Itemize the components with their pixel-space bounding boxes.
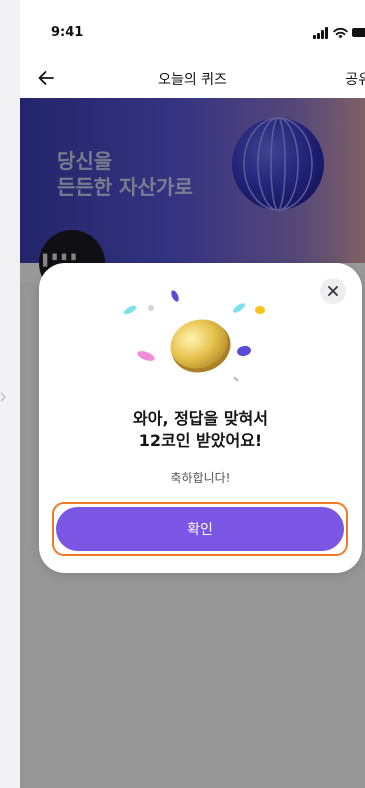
nav-bar: 오늘의 퀴즈 공유 bbox=[20, 58, 365, 98]
phone-screen: 9:41 오늘의 퀴즈 공유 당신을 든든한 자산가로 ▌▘▘▘ 와아, 정답을… bbox=[20, 0, 365, 788]
battery-icon bbox=[352, 28, 365, 37]
close-icon bbox=[328, 286, 338, 296]
page-title: 오늘의 퀴즈 bbox=[158, 72, 227, 88]
success-subtitle: 축하합니다! bbox=[170, 471, 231, 485]
status-bar: 9:41 bbox=[20, 0, 365, 58]
chevron-right-icon bbox=[0, 392, 6, 402]
status-time: 9:41 bbox=[51, 25, 84, 40]
success-title-line2: 12코인 받았어요! bbox=[138, 431, 263, 450]
success-title-line1: 와아, 정답을 맞혀서 bbox=[133, 409, 268, 428]
signal-icon bbox=[313, 27, 330, 39]
reward-popup: 와아, 정답을 맞혀서 12코인 받았어요! 축하합니다! 확인 bbox=[39, 263, 362, 573]
confirm-button[interactable]: 확인 bbox=[56, 507, 344, 551]
wifi-icon bbox=[333, 27, 348, 39]
coin-confetti-illustration bbox=[123, 290, 265, 382]
confetti-piece bbox=[123, 305, 137, 315]
status-icons bbox=[313, 27, 365, 39]
close-button[interactable] bbox=[320, 278, 346, 304]
success-title: 와아, 정답을 맞혀서 12코인 받았어요! bbox=[39, 408, 362, 452]
share-button[interactable]: 공유 bbox=[345, 69, 365, 89]
